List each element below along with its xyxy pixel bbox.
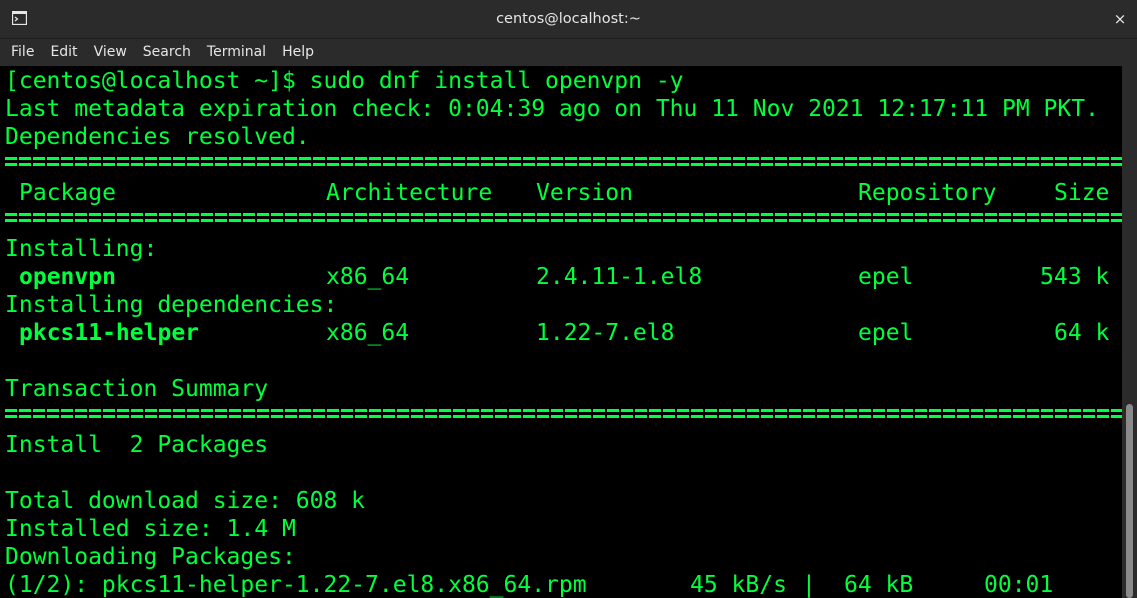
download-time: 00:01 bbox=[984, 572, 1054, 598]
dependencies-resolved-line: Dependencies resolved. bbox=[5, 124, 310, 150]
dependencies-label: Installing dependencies: bbox=[5, 292, 338, 318]
vertical-scrollbar[interactable] bbox=[1122, 66, 1137, 598]
menu-bar: File Edit View Search Terminal Help bbox=[0, 39, 1137, 66]
download-size: 64 kB bbox=[844, 572, 914, 598]
package-size: 64 k bbox=[1054, 320, 1110, 346]
package-version: 2.4.11-1.el8 bbox=[536, 264, 703, 290]
header-architecture: Architecture bbox=[326, 180, 493, 206]
package-repo: epel bbox=[858, 264, 914, 290]
package-name: pkcs11-helper bbox=[19, 320, 200, 346]
transaction-summary-label: Transaction Summary bbox=[5, 376, 269, 402]
menu-edit[interactable]: Edit bbox=[42, 39, 85, 66]
menu-file[interactable]: File bbox=[3, 39, 42, 66]
package-arch: x86_64 bbox=[326, 264, 410, 290]
command-prompt: [centos@localhost ~]$ sudo dnf install o… bbox=[5, 68, 684, 94]
package-arch: x86_64 bbox=[326, 320, 410, 346]
download-speed: 45 kB/s bbox=[690, 572, 787, 598]
package-size: 543 k bbox=[1040, 264, 1110, 290]
menu-view[interactable]: View bbox=[86, 39, 135, 66]
metadata-line: Last metadata expiration check: 0:04:39 … bbox=[5, 96, 1099, 122]
package-repo: epel bbox=[858, 320, 914, 346]
title-bar[interactable]: centos@localhost:~ × bbox=[0, 0, 1137, 39]
close-button[interactable]: × bbox=[1109, 8, 1131, 30]
download-file: (1/2): pkcs11-helper-1.22-7.el8.x86_64.r… bbox=[5, 572, 587, 598]
package-name: openvpn bbox=[19, 264, 116, 290]
menu-terminal[interactable]: Terminal bbox=[199, 39, 274, 66]
menu-search[interactable]: Search bbox=[135, 39, 199, 66]
package-version: 1.22-7.el8 bbox=[536, 320, 675, 346]
header-size: Size bbox=[1054, 180, 1110, 206]
terminal-window: centos@localhost:~ × File Edit View Sear… bbox=[0, 0, 1137, 598]
downloading-label: Downloading Packages: bbox=[5, 544, 296, 570]
header-package: Package bbox=[19, 180, 116, 206]
installed-size-line: Installed size: 1.4 M bbox=[5, 516, 296, 542]
window-title: centos@localhost:~ bbox=[496, 11, 641, 27]
separator-line bbox=[5, 213, 1122, 225]
total-download-line: Total download size: 608 k bbox=[5, 488, 366, 514]
separator-line bbox=[5, 409, 1122, 421]
download-divider: | bbox=[802, 572, 816, 598]
header-repository: Repository bbox=[858, 180, 997, 206]
header-version: Version bbox=[536, 180, 633, 206]
separator-line bbox=[5, 157, 1122, 169]
installing-label: Installing: bbox=[5, 236, 158, 262]
menu-help[interactable]: Help bbox=[274, 39, 322, 66]
scrollbar-thumb[interactable] bbox=[1126, 404, 1133, 598]
install-count-line: Install 2 Packages bbox=[5, 432, 269, 458]
terminal-output[interactable]: [centos@localhost ~]$ sudo dnf install o… bbox=[0, 66, 1122, 598]
